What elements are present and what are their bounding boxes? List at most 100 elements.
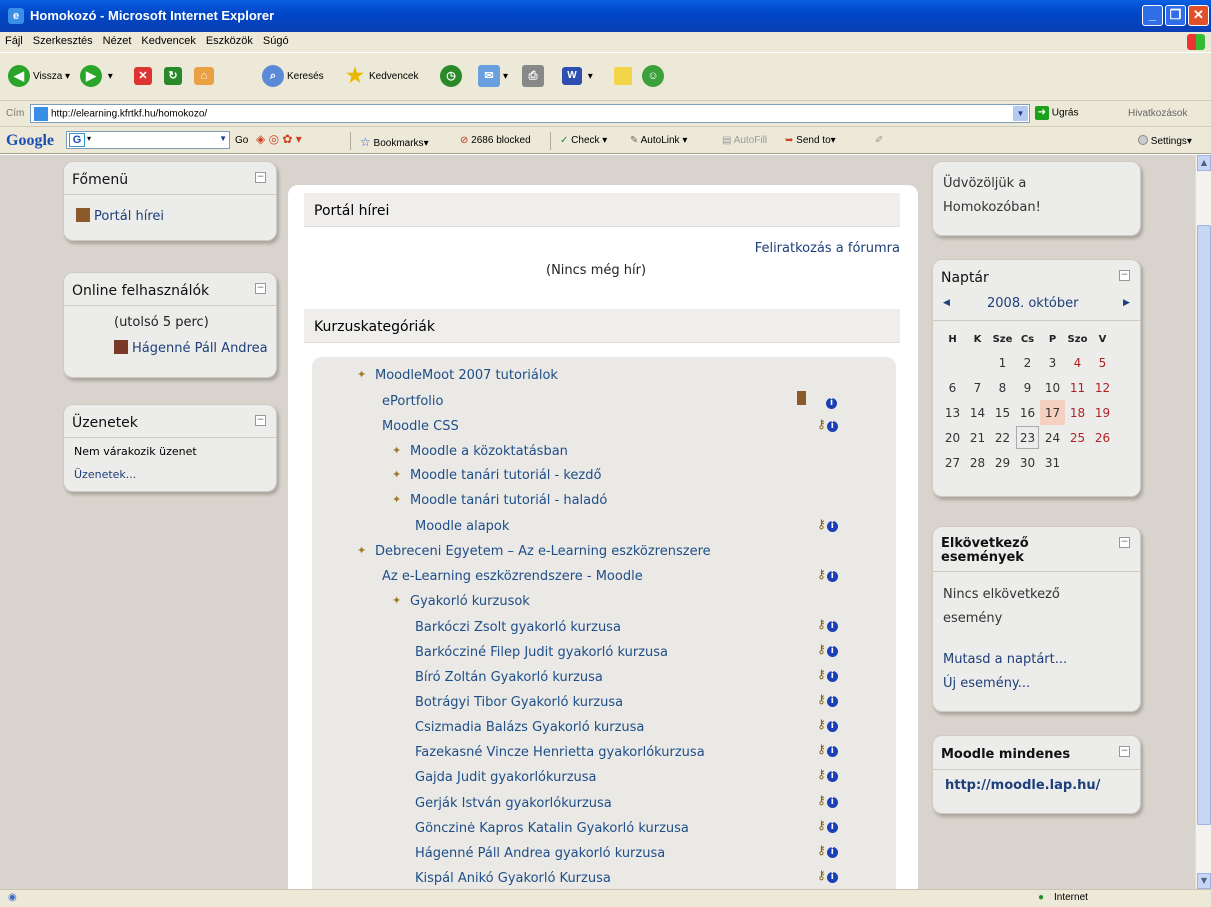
course-link[interactable]: Barkóczi Zsolt gyakorló kurzusa [415, 620, 621, 635]
course-link[interactable]: Csizmadia Balázs Gyakorló kurzusa [415, 720, 644, 735]
prev-month-icon[interactable]: ◀ [943, 298, 950, 308]
info-icon[interactable]: i [826, 746, 838, 757]
calendar-day: 8 [998, 380, 1007, 395]
google-dropdown-icon[interactable]: ▼ [219, 134, 227, 143]
portal-news-link[interactable]: Portál hírei [76, 208, 164, 224]
refresh-icon: ↻ [164, 67, 182, 86]
new-event-link[interactable]: Új esemény... [943, 676, 1030, 691]
google-extras-icons[interactable]: ◈ ◎ ✿ ▾ [256, 132, 302, 146]
menu-help[interactable]: Súgó [258, 32, 294, 50]
menu-edit[interactable]: Szerkesztés [28, 32, 98, 50]
category-link[interactable]: ✦ Moodle tanári tutoriál - kezdő [392, 468, 601, 483]
autofill-button[interactable]: ▤ AutoFill [722, 135, 767, 146]
bookmarks-button[interactable]: ☆ Bookmarks▾ [360, 135, 429, 149]
info-icon[interactable]: i [826, 421, 838, 432]
collapse-icon[interactable]: − [255, 415, 266, 426]
edit-button[interactable]: W ▾ [562, 65, 593, 89]
info-icon[interactable]: i [826, 771, 838, 782]
stop-button[interactable]: ✕ [134, 65, 155, 89]
info-icon[interactable]: i [826, 847, 838, 858]
links-toolbar[interactable]: Hivatkozások [1128, 108, 1187, 119]
google-search-input[interactable]: G ▾ ▼ [66, 131, 230, 149]
info-icon[interactable]: i [826, 721, 838, 732]
menu-view[interactable]: Nézet [98, 32, 137, 50]
info-icon[interactable]: i [826, 872, 838, 883]
print-button[interactable]: ⎙ [522, 65, 547, 89]
google-logo[interactable]: Google [6, 132, 54, 150]
go-button[interactable]: ➜ Ugrás [1035, 106, 1078, 120]
online-user-link[interactable]: Hágenné Páll Andrea [114, 340, 268, 356]
collapse-icon[interactable]: − [1119, 537, 1130, 548]
course-link[interactable]: ePortfolio [382, 394, 443, 409]
course-link[interactable]: Moodle alapok [415, 519, 509, 534]
course-link[interactable]: Gönczinė Kapros Katalin Gyakorló kurzusa [415, 821, 689, 836]
messenger-button[interactable]: ☺ [642, 65, 667, 89]
messages-link[interactable]: Üzenetek... [74, 468, 136, 481]
course-link[interactable]: Botrágyi Tibor Gyakorló kurzusa [415, 695, 623, 710]
address-input[interactable]: http://elearning.kfrtkf.hu/homokozo/ ▼ [30, 104, 1030, 123]
calendar-month[interactable]: 2008. október [987, 296, 1078, 311]
course-link[interactable]: Gerják István gyakorlókurzusa [415, 796, 612, 811]
settings-button[interactable]: Settings▾ [1138, 135, 1192, 147]
category-icon: ✦ [392, 493, 402, 506]
category-link[interactable]: ✦ Debreceni Egyetem – Az e-Learning eszkö… [357, 544, 711, 559]
address-dropdown-icon[interactable]: ▼ [1013, 106, 1028, 121]
info-icon[interactable]: i [826, 646, 838, 657]
google-go-button[interactable]: Go [235, 135, 248, 146]
back-button[interactable]: ◀ Vissza ▾ [8, 65, 70, 89]
menu-favorites[interactable]: Kedvencek [136, 32, 200, 50]
collapse-icon[interactable]: − [1119, 746, 1130, 757]
subscribe-forum-link[interactable]: Feliratkozás a fórumra [755, 241, 900, 256]
forward-button[interactable]: ▶ ▾ [80, 65, 113, 89]
discuss-button[interactable] [614, 65, 635, 89]
course-link[interactable]: Az e-Learning eszközrendszere - Moodle [382, 569, 643, 584]
home-button[interactable]: ⌂ [194, 65, 217, 89]
minimize-button[interactable]: _ [1142, 5, 1163, 26]
info-icon[interactable]: i [826, 521, 838, 532]
refresh-button[interactable]: ↻ [164, 65, 185, 89]
options-pencil-icon[interactable]: ✐ [875, 135, 883, 146]
spellcheck-button[interactable]: ✓ Check ▾ [560, 135, 607, 146]
autolink-button[interactable]: ✎ AutoLink ▾ [630, 135, 687, 146]
course-link[interactable]: Kispál Anikó Gyakorló Kurzusa [415, 871, 611, 886]
info-icon[interactable]: i [826, 797, 838, 808]
info-icon[interactable]: i [826, 822, 838, 833]
maximize-button[interactable]: ❐ [1165, 5, 1186, 26]
course-link[interactable]: Hágenné Páll Andrea gyakorló kurzusa [415, 846, 665, 861]
course-link[interactable]: Bíró Zoltán Gyakorló kurzusa [415, 670, 603, 685]
history-button[interactable]: ◷ [440, 65, 465, 89]
scroll-thumb[interactable] [1197, 225, 1211, 825]
collapse-icon[interactable]: − [255, 172, 266, 183]
moodle-lap-link[interactable]: http://moodle.lap.hu/ [945, 778, 1100, 793]
scroll-up-icon[interactable]: ▲ [1197, 155, 1211, 171]
mail-button[interactable]: ✉ ▾ [478, 65, 508, 89]
collapse-icon[interactable]: − [255, 283, 266, 294]
collapse-icon[interactable]: − [1119, 270, 1130, 281]
info-icon[interactable]: i [826, 621, 838, 632]
category-link[interactable]: ✦ Moodle a közoktatásban [392, 444, 568, 459]
course-link[interactable]: Fazekasné Vincze Henrietta gyakorlókurzu… [415, 745, 705, 760]
category-link[interactable]: ✦ Moodle tanári tutoriál - haladó [392, 493, 607, 508]
calendar-day: 5 [1098, 355, 1107, 370]
course-link[interactable]: Gajda Judit gyakorlókurzusa [415, 770, 597, 785]
category-link[interactable]: ✦ MoodleMoot 2007 tutoriálok [357, 368, 558, 383]
info-icon[interactable]: i [826, 696, 838, 707]
info-icon[interactable]: i [826, 671, 838, 682]
menu-tools[interactable]: Eszközök [201, 32, 258, 50]
course-link[interactable]: Barkócziné Filep Judit gyakorló kurzusa [415, 645, 668, 660]
search-button[interactable]: ⌕ Keresés [262, 65, 324, 89]
info-icon[interactable]: i [826, 571, 838, 582]
favorites-button[interactable]: ★ Kedvencek [344, 65, 418, 89]
course-link[interactable]: Moodle CSS [382, 419, 459, 434]
menu-file[interactable]: Fájl [0, 32, 28, 50]
next-month-icon[interactable]: ▶ [1123, 298, 1130, 308]
info-icon[interactable]: i [826, 398, 838, 409]
popup-blocked-indicator[interactable]: ⊘ 2686 blocked [460, 135, 531, 146]
close-button[interactable]: ✕ [1188, 5, 1209, 26]
category-link[interactable]: ✦ Gyakorló kurzusok [392, 594, 530, 609]
no-news-text: (Nincs még hír) [546, 263, 647, 278]
show-calendar-link[interactable]: Mutasd a naptárt... [943, 652, 1067, 667]
scroll-down-icon[interactable]: ▼ [1197, 873, 1211, 889]
sendto-button[interactable]: ➥ Send to▾ [785, 135, 836, 146]
vertical-scrollbar[interactable]: ▲ ▼ [1195, 155, 1211, 889]
